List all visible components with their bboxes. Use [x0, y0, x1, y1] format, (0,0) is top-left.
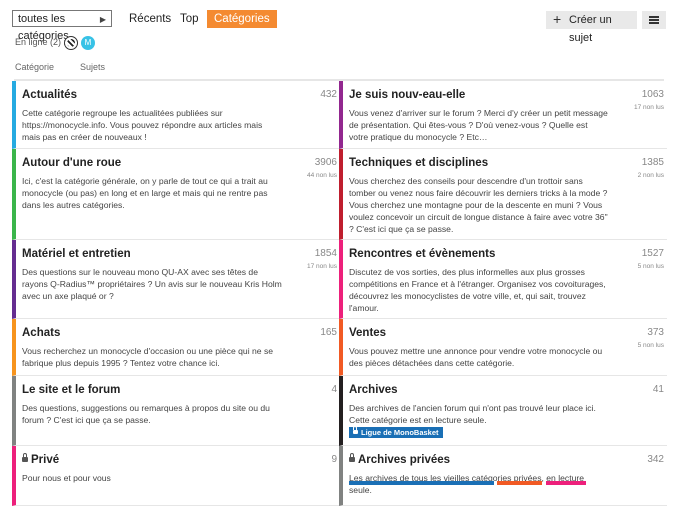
topic-count: 1063 — [641, 89, 664, 100]
category-description: Vous cherchez des conseils pour descendr… — [349, 176, 608, 234]
category-description: Pour nous et pour vous — [22, 473, 111, 483]
hamburger-menu-button[interactable] — [642, 11, 666, 29]
category-name-link[interactable]: Actualités — [22, 89, 77, 101]
category-row[interactable]: Privé Pour nous et pour vous 9 — [12, 446, 340, 506]
category-row[interactable]: Je suis nouv-eau-elle Vous venez d'arrive… — [339, 81, 667, 149]
category-row[interactable]: Rencontres et évènements Discutez de vos … — [339, 240, 667, 319]
category-name-link[interactable]: Archives — [349, 384, 398, 396]
topic-count: 342 — [647, 454, 664, 465]
subcategory-badge[interactable]: Ligue de MonoBasket — [349, 426, 443, 438]
unread-count-link[interactable]: 2 non lus — [638, 172, 664, 179]
category-name: Matériel et entretien — [22, 248, 131, 260]
topic-count: 1854 — [314, 248, 337, 259]
top-navigation: toutes les catégories ▶ Récents Top Caté… — [0, 0, 690, 44]
topic-count: 4 — [331, 384, 337, 395]
topic-count: 1527 — [641, 248, 664, 259]
create-topic-button[interactable]: + Créer un sujet — [546, 11, 637, 44]
tab-categories[interactable]: Catégories — [207, 10, 277, 28]
subcategory-color-bar[interactable] — [546, 481, 586, 485]
subcategory-badge-label: Ligue de MonoBasket — [361, 428, 439, 437]
category-row[interactable]: Ventes Vous pouvez mettre une annonce pou… — [339, 319, 667, 376]
category-name: Archives privées — [358, 454, 451, 466]
lock-icon — [22, 453, 28, 462]
subcategory-color-bar[interactable] — [349, 481, 494, 485]
category-name: Achats — [22, 327, 61, 339]
category-description: Des archives de l'ancien forum qui n'ont… — [349, 403, 596, 425]
category-name-link[interactable]: Archives privées — [349, 453, 451, 466]
category-row[interactable]: Actualités Cette catégorie regroupe les a… — [12, 81, 340, 149]
category-row[interactable]: Achats Vous recherchez un monocycle d'occ… — [12, 319, 340, 376]
category-row[interactable]: Archives privées Les archives de tous les… — [339, 446, 667, 506]
category-name: Je suis nouv-eau-elle — [349, 89, 466, 101]
category-name: Actualités — [22, 89, 77, 101]
column-header-category: Catégorie — [15, 62, 55, 72]
category-description: Des questions sur le nouveau mono QU-AX … — [22, 267, 282, 301]
category-row[interactable]: Autour d'une roue Ici, c'est la catégorie… — [12, 149, 340, 240]
category-description: Vous venez d'arriver sur le forum ? Merc… — [349, 108, 608, 142]
plus-icon: + — [553, 11, 562, 27]
menu-bar-icon — [649, 19, 659, 21]
category-name: Privé — [31, 454, 60, 466]
lock-icon — [349, 453, 355, 462]
category-row[interactable]: Matériel et entretien Des questions sur l… — [12, 240, 340, 319]
category-name: Ventes — [349, 327, 387, 339]
category-description: Ici, c'est la catégorie générale, on y p… — [22, 176, 268, 210]
menu-bar-icon — [649, 16, 659, 18]
unread-count-link[interactable]: 44 non lus — [307, 172, 337, 179]
unread-count-link[interactable]: 5 non lus — [638, 342, 664, 349]
tab-recents[interactable]: Récents — [129, 10, 171, 28]
user-avatar[interactable]: M — [81, 36, 95, 50]
category-name-link[interactable]: Privé — [22, 453, 60, 466]
category-name-link[interactable]: Autour d'une roue — [22, 157, 121, 169]
caret-right-icon: ▶ — [99, 15, 106, 24]
category-description: Des questions, suggestions ou remarques … — [22, 403, 270, 425]
topic-count: 1385 — [641, 157, 664, 168]
user-avatar[interactable] — [64, 36, 78, 50]
category-name: Rencontres et évènements — [349, 248, 496, 260]
category-name-link[interactable]: Techniques et disciplines — [349, 157, 488, 169]
category-name: Le site et le forum — [22, 384, 121, 396]
category-name-link[interactable]: Ventes — [349, 327, 386, 339]
category-row[interactable]: Archives Des archives de l'ancien forum q… — [339, 376, 667, 446]
category-description: Cette catégorie regroupe les actualitées… — [22, 108, 263, 142]
unread-count-link[interactable]: 5 non lus — [638, 263, 664, 270]
topic-count: 373 — [647, 327, 664, 338]
category-name-link[interactable]: Rencontres et évènements — [349, 248, 495, 260]
topic-count: 9 — [331, 454, 337, 465]
category-name-link[interactable]: Le site et le forum — [22, 384, 120, 396]
category-row[interactable]: Techniques et disciplines Vous cherchez d… — [339, 149, 667, 240]
tab-top[interactable]: Top — [180, 10, 199, 28]
category-name: Autour d'une roue — [22, 157, 122, 169]
category-description: Vous pouvez mettre une annonce pour vend… — [349, 346, 603, 368]
category-description: Vous recherchez un monocycle d'occasion … — [22, 346, 274, 368]
category-name-link[interactable]: Je suis nouv-eau-elle — [349, 89, 465, 101]
topic-count: 41 — [652, 384, 664, 395]
category-name: Archives — [349, 384, 398, 396]
category-name: Techniques et disciplines — [349, 157, 489, 169]
topic-count: 3906 — [314, 157, 337, 168]
lock-icon — [353, 426, 358, 434]
unread-count-link[interactable]: 17 non lus — [307, 263, 337, 270]
category-dropdown[interactable]: toutes les catégories ▶ — [12, 10, 112, 42]
menu-bar-icon — [649, 22, 659, 24]
category-description: Discutez de vos sorties, des plus inform… — [349, 267, 606, 313]
category-row[interactable]: Le site et le forum Des questions, sugges… — [12, 376, 340, 446]
category-name-link[interactable]: Achats — [22, 327, 60, 339]
subcategory-color-bar[interactable] — [497, 481, 542, 485]
category-name-link[interactable]: Matériel et entretien — [22, 248, 131, 260]
topic-count: 432 — [320, 89, 337, 100]
create-topic-label: Créer un sujet — [569, 14, 612, 44]
online-users-label: En ligne (2) : — [15, 37, 67, 47]
unread-count-link[interactable]: 17 non lus — [634, 104, 664, 111]
column-header-topics: Sujets — [80, 62, 106, 72]
topic-count: 165 — [320, 327, 337, 338]
